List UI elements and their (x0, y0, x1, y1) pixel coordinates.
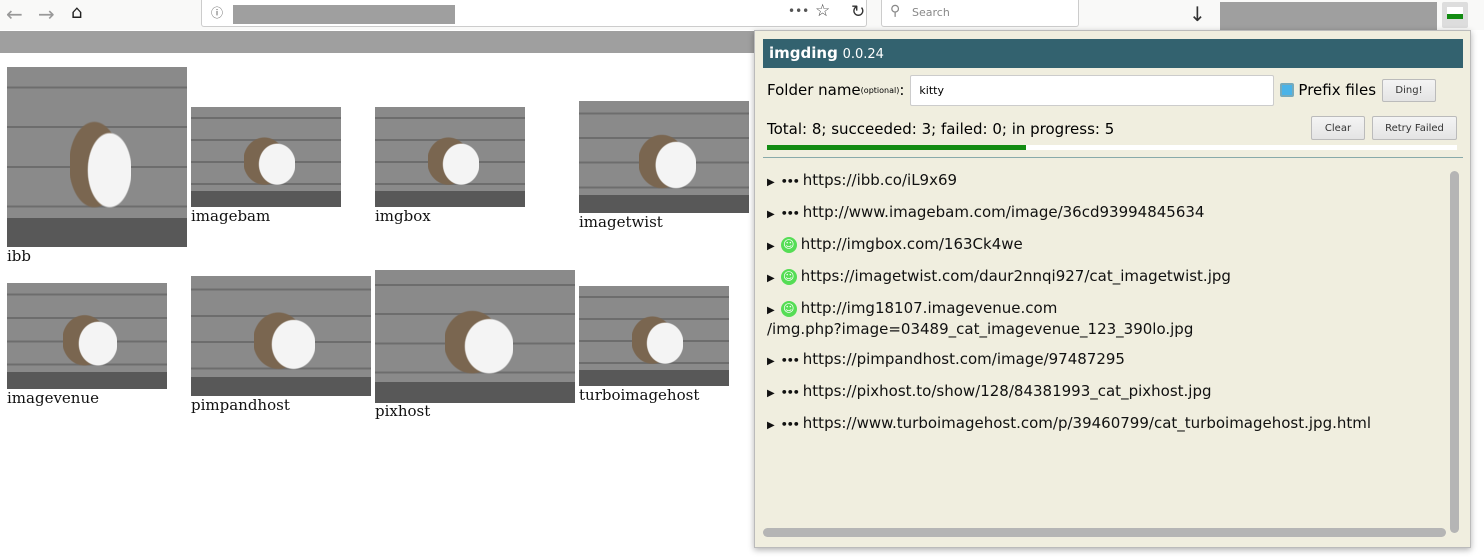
reload-icon[interactable]: ↻ (851, 2, 865, 22)
image-label: pixhost (375, 402, 431, 420)
in-progress-dots-icon: ••• (780, 175, 800, 188)
folder-name-input[interactable] (910, 74, 1275, 106)
expand-triangle-icon[interactable]: ▶ (767, 305, 775, 316)
popup-header: imgding 0.0.24 (763, 39, 1463, 68)
imgding-popup: imgding 0.0.24 Folder name(optional): Pr… (754, 30, 1471, 548)
upload-item[interactable]: ▶ ••• https://pimpandhost.com/image/974872… (767, 350, 1447, 371)
divider (763, 157, 1463, 158)
item-url: http://imgbox.com/163Ck4we (800, 235, 1023, 253)
prefix-files-checkbox[interactable] (1280, 83, 1295, 97)
upload-list: ▶ ••• https://ibb.co/iL9x69 ▶ ••• http://www.… (767, 171, 1447, 446)
item-url: http://www.imagebam.com/image/36cd939948… (802, 203, 1205, 221)
home-icon[interactable]: ⌂ (71, 2, 82, 23)
status-text: Total: 8; succeeded: 3; failed: 0; in pr… (767, 120, 1115, 138)
in-progress-dots-icon: ••• (780, 207, 800, 220)
search-input[interactable]: ⚲ Search (881, 0, 1079, 27)
url-bar[interactable]: ⓘ ••• ☆ (201, 0, 867, 27)
in-progress-dots-icon: ••• (780, 386, 800, 399)
success-smiley-icon: ☺ (780, 237, 797, 253)
redacted-url (233, 5, 455, 24)
image-label: pimpandhost (191, 396, 290, 414)
cat-image (579, 101, 749, 213)
browser-toolbar: ← → ⌂ ⓘ ••• ☆ ↻ ⚲ Search ↓ (0, 0, 1484, 30)
item-url: https://pixhost.to/show/128/84381993_cat… (802, 382, 1212, 400)
image-label: imagevenue (7, 389, 99, 407)
redacted-bookmarks-bar (0, 31, 754, 53)
item-url: https://ibb.co/iL9x69 (802, 171, 958, 189)
expand-triangle-icon[interactable]: ▶ (767, 388, 775, 399)
prefix-files-label: Prefix files (1298, 81, 1377, 99)
expand-triangle-icon[interactable]: ▶ (767, 356, 775, 367)
item-url: http://img18107.imagevenue.com/img.php?i… (767, 299, 1194, 338)
clear-button[interactable]: Clear (1311, 116, 1365, 140)
vertical-scrollbar[interactable] (1450, 171, 1459, 533)
ding-button[interactable]: Ding! (1382, 78, 1437, 102)
bookmark-star-icon[interactable]: ☆ (815, 1, 830, 21)
in-progress-dots-icon: ••• (780, 418, 800, 431)
expand-triangle-icon[interactable]: ▶ (767, 241, 775, 252)
expand-triangle-icon[interactable]: ▶ (767, 273, 775, 284)
back-icon[interactable]: ← (6, 2, 23, 26)
horizontal-scrollbar[interactable] (763, 528, 1446, 537)
forward-icon[interactable]: → (38, 2, 55, 26)
progress-fill (767, 145, 1026, 150)
expand-triangle-icon[interactable]: ▶ (767, 177, 775, 188)
cat-image (191, 276, 371, 396)
upload-item[interactable]: ▶ ••• http://www.imagebam.com/image/36cd93… (767, 203, 1447, 224)
search-placeholder: Search (912, 6, 950, 19)
app-title: imgding (769, 44, 838, 62)
item-url: https://www.turboimagehost.com/p/3946079… (802, 414, 1372, 432)
folder-colon: : (899, 81, 905, 99)
upload-item[interactable]: ▶ ••• https://www.turboimagehost.com/p/394… (767, 414, 1447, 435)
cat-image (375, 107, 525, 207)
upload-item[interactable]: ▶ ☺ http://imgbox.com/163Ck4we (767, 235, 1447, 256)
image-label: imgbox (375, 207, 431, 225)
folder-optional: (optional) (860, 85, 900, 95)
upload-item[interactable]: ▶ ☺ https://imagetwist.com/daur2nnqi927/ca… (767, 267, 1447, 288)
expand-triangle-icon[interactable]: ▶ (767, 420, 775, 431)
upload-item[interactable]: ▶ ••• https://pixhost.to/show/128/84381993… (767, 382, 1447, 403)
cat-image (191, 107, 341, 207)
cat-image (579, 286, 729, 386)
cat-image (7, 67, 187, 247)
image-label: ibb (7, 247, 32, 265)
cat-image (7, 283, 167, 389)
app-version: 0.0.24 (842, 47, 884, 62)
cat-image (375, 270, 575, 403)
retry-failed-button[interactable]: Retry Failed (1372, 116, 1457, 140)
expand-triangle-icon[interactable]: ▶ (767, 209, 775, 220)
imgding-icon (1447, 7, 1463, 19)
success-smiley-icon: ☺ (780, 269, 797, 285)
redacted-toolbar (1220, 2, 1437, 30)
info-icon[interactable]: ⓘ (211, 4, 223, 21)
folder-label: Folder name (767, 81, 861, 99)
in-progress-dots-icon: ••• (780, 354, 800, 367)
download-icon[interactable]: ↓ (1189, 2, 1206, 26)
item-url: https://imagetwist.com/daur2nnqi927/cat_… (800, 267, 1231, 285)
more-icon[interactable]: ••• (788, 4, 809, 18)
item-url: https://pimpandhost.com/image/97487295 (802, 350, 1125, 368)
image-label: imagetwist (579, 213, 663, 231)
upload-item[interactable]: ▶ ☺ http://img18107.imagevenue.com/img.php… (767, 299, 1447, 339)
imgding-extension-button[interactable] (1442, 2, 1468, 28)
image-label: imagebam (191, 207, 271, 225)
upload-item[interactable]: ▶ ••• https://ibb.co/iL9x69 (767, 171, 1447, 192)
image-label: turboimagehost (579, 386, 700, 404)
progress-bar (767, 145, 1457, 150)
success-smiley-icon: ☺ (780, 301, 797, 317)
search-icon: ⚲ (890, 3, 901, 19)
